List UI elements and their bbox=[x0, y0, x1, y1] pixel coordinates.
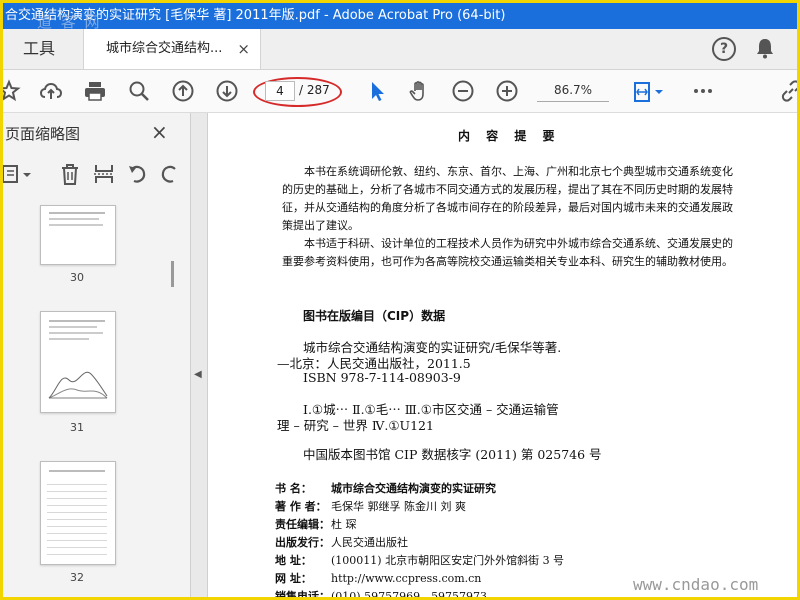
meta-row: 出版发行：人民交通出版社 bbox=[275, 534, 408, 550]
page-number-input[interactable]: 4 bbox=[265, 81, 295, 101]
thumbnail-tools bbox=[3, 157, 190, 193]
hand-icon[interactable] bbox=[407, 79, 431, 103]
zoom-in-icon[interactable] bbox=[495, 79, 519, 103]
meta-value: (010) 59757969、59757973 bbox=[331, 590, 488, 600]
toolbar: 4 / 287 86.7% bbox=[0, 70, 800, 113]
meta-value: 杜 琛 bbox=[331, 518, 357, 531]
meta-row: 著 作 者： 毛保华 郭继孚 陈金川 刘 爽 bbox=[275, 498, 466, 514]
meta-value: http://www.ccpress.com.cn bbox=[331, 572, 482, 585]
panel-collapse-handle[interactable]: ◀ bbox=[191, 113, 208, 597]
paragraph: 本书在系统调研伦敦、纽约、东京、首尔、上海、广州和北京七个典型城市交通系统变化的… bbox=[282, 165, 733, 232]
cip-class-line: 理 – 研究 – 世界 Ⅳ.①U121 bbox=[277, 418, 434, 433]
meta-label: 书 名： bbox=[275, 482, 312, 495]
thumbnail-page-number: 31 bbox=[70, 421, 84, 434]
cip-title: 图书在版编目（CIP）数据 bbox=[303, 309, 446, 323]
site-watermark: www.cndao.com bbox=[633, 575, 759, 594]
page-down-icon[interactable] bbox=[215, 79, 239, 103]
fit-width-icon[interactable] bbox=[633, 79, 665, 103]
paragraph: 本书适于科研、设计单位的工程技术人员作为研究中外城市综合交通系统、交通发展史的重… bbox=[282, 237, 733, 268]
help-icon[interactable]: ? bbox=[712, 37, 736, 61]
meta-row: 责任编辑：杜 琛 bbox=[275, 516, 357, 532]
thumbnail-image bbox=[40, 311, 116, 413]
meta-value: (100011) 北京市朝阳区安定门外外馆斜街 3 号 bbox=[331, 554, 565, 567]
thumbnail-panel-title: 页面缩略图 bbox=[5, 125, 81, 143]
meta-row: 书 名： 城市综合交通结构演变的实证研究 bbox=[275, 480, 496, 496]
tab-document[interactable]: 城市综合交通结构... × bbox=[83, 29, 261, 69]
upload-icon[interactable] bbox=[39, 79, 63, 103]
options-menu-icon[interactable] bbox=[3, 163, 35, 185]
rotate-right-icon[interactable] bbox=[159, 163, 181, 185]
meta-label: 地 址： bbox=[275, 554, 312, 567]
title-bar: 合交通结构演变的实证研究 [毛保华 著] 2011年版.pdf - Adobe … bbox=[3, 3, 797, 29]
rotate-left-icon[interactable] bbox=[126, 163, 148, 185]
meta-value: 人民交通出版社 bbox=[331, 536, 408, 549]
meta-value: 毛保华 郭继孚 陈金川 刘 爽 bbox=[331, 500, 466, 513]
meta-row: 网 址： http://www.ccpress.com.cn bbox=[275, 570, 481, 586]
insert-page-icon[interactable] bbox=[93, 163, 115, 185]
tab-document-label: 城市综合交通结构... bbox=[106, 41, 223, 56]
thumbnail-scrollbar[interactable] bbox=[171, 261, 174, 287]
thumbnail-image bbox=[40, 205, 116, 265]
thumbnail-image bbox=[40, 461, 116, 565]
search-icon[interactable] bbox=[127, 79, 151, 103]
page-heading: 内 容 提 要 bbox=[458, 129, 561, 143]
cip-isbn-line: ISBN 978-7-114-08903-9 bbox=[303, 370, 461, 385]
thumbnail-panel: 页面缩略图 × 30 31 32 bbox=[3, 113, 191, 597]
select-cursor-icon[interactable] bbox=[365, 79, 389, 103]
meta-row: 地 址： (100011) 北京市朝阳区安定门外外馆斜街 3 号 bbox=[275, 552, 564, 568]
tab-tools[interactable]: 工具 bbox=[3, 29, 75, 69]
meta-label: 责任编辑： bbox=[275, 518, 330, 531]
tab-bar: 工具 城市综合交通结构... × ? bbox=[3, 29, 797, 70]
bell-icon[interactable] bbox=[755, 37, 775, 59]
pdf-page: 内 容 提 要 本书在系统调研伦敦、纽约、东京、首尔、上海、广州和北京七个典型城… bbox=[208, 113, 797, 600]
cip-number-line: 中国版本图书馆 CIP 数据核字 (2011) 第 025746 号 bbox=[303, 447, 602, 462]
meta-label: 销售电话： bbox=[275, 590, 330, 600]
meta-row: 销售电话：(010) 59757969、59757973 bbox=[275, 588, 488, 600]
link-icon[interactable] bbox=[779, 79, 800, 103]
thumbnail-page-number: 32 bbox=[70, 571, 84, 584]
close-tab-icon[interactable]: × bbox=[237, 29, 250, 69]
meta-label: 著 作 者： bbox=[275, 500, 327, 513]
more-icon[interactable] bbox=[691, 79, 715, 103]
meta-label: 网 址： bbox=[275, 572, 312, 585]
close-panel-icon[interactable]: × bbox=[151, 120, 168, 144]
app-window: 合交通结构演变的实证研究 [毛保华 著] 2011年版.pdf - Adobe … bbox=[0, 0, 800, 600]
meta-label: 出版发行： bbox=[275, 536, 330, 549]
trash-icon[interactable] bbox=[59, 163, 81, 185]
meta-value: 城市综合交通结构演变的实证研究 bbox=[331, 482, 496, 495]
collapse-arrow-icon: ◀ bbox=[194, 369, 202, 380]
print-icon[interactable] bbox=[83, 79, 107, 103]
thumbnail-page-number: 30 bbox=[70, 271, 84, 284]
zoom-out-icon[interactable] bbox=[451, 79, 475, 103]
page-total: / 287 bbox=[299, 83, 330, 97]
page-up-icon[interactable] bbox=[171, 79, 195, 103]
zoom-level-input[interactable]: 86.7% bbox=[537, 79, 609, 102]
star-icon[interactable] bbox=[0, 79, 21, 103]
document-view[interactable]: 内 容 提 要 本书在系统调研伦敦、纽约、东京、首尔、上海、广州和北京七个典型城… bbox=[208, 113, 797, 600]
